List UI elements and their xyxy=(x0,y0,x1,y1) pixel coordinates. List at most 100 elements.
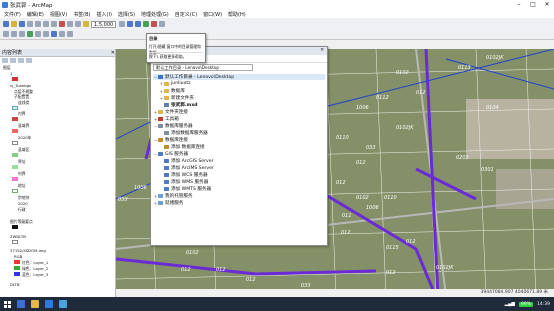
print-icon[interactable] xyxy=(27,21,33,27)
close-icon[interactable]: ✕ xyxy=(540,0,554,10)
toc-item[interactable]: 2020年 xyxy=(18,135,31,141)
pan-icon[interactable] xyxy=(19,31,25,37)
toc-item[interactable]: 村界 xyxy=(18,171,26,177)
list-by-selection-icon[interactable] xyxy=(26,58,32,63)
maximize-icon[interactable]: □ xyxy=(526,0,540,10)
delete-icon[interactable] xyxy=(59,21,65,27)
hosted-services-icon xyxy=(158,194,163,198)
menu-file[interactable]: 文件(F) xyxy=(4,11,21,18)
open-icon[interactable] xyxy=(11,21,17,27)
arctoolbox-icon[interactable] xyxy=(151,21,158,27)
browser-icon[interactable] xyxy=(45,300,53,308)
catalog-item[interactable]: + 新建文件夹 xyxy=(159,95,194,102)
zoom-out-icon[interactable] xyxy=(11,31,17,37)
parcel-label: 0110 xyxy=(384,195,397,201)
menu-geoprocessing[interactable]: 地理处理(G) xyxy=(141,11,169,18)
catalog-item[interactable]: + 工具箱 xyxy=(153,116,179,123)
catalog-item[interactable]: + 就绪服务 xyxy=(153,200,184,207)
table-icon[interactable] xyxy=(127,21,134,27)
catalog-item[interactable]: 添加 ArcIMS Server xyxy=(159,165,214,171)
layer-swatch xyxy=(12,141,18,145)
toc-item[interactable]: 地址 xyxy=(18,183,26,189)
start-button[interactable] xyxy=(0,297,14,311)
server-icon xyxy=(164,180,169,184)
python-icon[interactable] xyxy=(159,21,166,27)
menu-bookmarks[interactable]: 书签(B) xyxy=(73,11,90,18)
toc-item[interactable]: 蓝色：Layer_3 xyxy=(22,272,48,278)
toc-item[interactable]: 2020 xyxy=(18,201,28,206)
parcel-label: 0104 xyxy=(486,105,499,111)
cortana-icon[interactable] xyxy=(17,300,25,308)
catalog-item[interactable]: − GIS 服务器 xyxy=(153,151,188,158)
catalog-item[interactable]: − 数据库服务器 xyxy=(153,123,193,130)
catalog-item-home[interactable]: − 默认工作目录 - Lenovo\Desktop xyxy=(153,74,325,80)
catalog-close-icon[interactable]: ✕ xyxy=(320,47,324,55)
toc-item[interactable]: ZWDLTB xyxy=(10,234,26,239)
list-by-source-icon[interactable] xyxy=(10,58,16,63)
arcmap-taskbar-icon[interactable] xyxy=(59,300,67,308)
menu-windows[interactable]: 窗口(W) xyxy=(203,11,222,18)
toc-item[interactable]: 行政 xyxy=(18,207,26,213)
toc-item[interactable]: 连线类 xyxy=(18,100,29,106)
identify-icon[interactable] xyxy=(59,31,65,37)
zoom-in-icon[interactable] xyxy=(3,31,9,37)
catalog-item[interactable]: − 数据库连接 xyxy=(153,137,188,144)
toc-item[interactable]: RGB xyxy=(14,254,22,259)
gis-server-icon xyxy=(158,152,163,156)
editor-icon[interactable] xyxy=(119,21,126,27)
catalog-item[interactable]: 张武郭.mxd xyxy=(159,102,198,108)
clock[interactable]: 14:39 xyxy=(537,302,550,307)
toc-item[interactable]: 界址 xyxy=(18,159,26,165)
catalog-item[interactable]: 添加 WCS 服务器 xyxy=(159,172,208,178)
toc-item[interactable]: DLTB xyxy=(10,282,19,287)
add-data-icon[interactable] xyxy=(83,21,89,27)
select-icon[interactable] xyxy=(51,31,57,37)
measure-icon[interactable] xyxy=(67,31,73,37)
catalog-icon[interactable] xyxy=(135,21,142,27)
menu-help[interactable]: 帮助(H) xyxy=(228,11,246,18)
full-extent-icon[interactable] xyxy=(27,31,33,37)
catalog-item[interactable]: 添加 WMS 服务器 xyxy=(159,179,208,185)
minimize-icon[interactable]: – xyxy=(512,0,526,10)
toc-item[interactable]: 县域界 xyxy=(18,123,29,129)
catalog-item[interactable]: 添加 数据库连接 xyxy=(159,144,205,150)
undo-icon[interactable] xyxy=(67,21,73,27)
location-input[interactable]: 默认工作目录 - Lenovo\Desktop xyxy=(153,64,253,71)
new-icon[interactable] xyxy=(3,21,9,27)
toc-item[interactable]: 村界 xyxy=(18,111,26,117)
catalog-item[interactable]: + 数据库 xyxy=(159,88,185,95)
menu-selection[interactable]: 选择(S) xyxy=(118,11,135,18)
toc-close-icon[interactable]: ✕ xyxy=(111,49,115,56)
layer-swatch xyxy=(14,260,20,264)
toc-item[interactable]: 1 xyxy=(10,71,12,76)
save-icon[interactable] xyxy=(19,21,25,27)
forward-icon[interactable] xyxy=(43,31,49,37)
redo-icon[interactable] xyxy=(75,21,81,27)
catalog-item[interactable]: 添加数据库服务器 xyxy=(159,130,208,136)
back-icon[interactable] xyxy=(35,31,41,37)
server-icon xyxy=(164,173,169,177)
menu-edit[interactable]: 编辑(E) xyxy=(27,11,44,18)
table-of-contents: 内容列表 ✕ 图层 1 nj_Tuanbgz 点层不规整 子配置置 连线类 村界… xyxy=(0,49,116,297)
catalog-item[interactable]: + 我的托管服务 xyxy=(153,193,193,200)
network-icon[interactable]: ▂▄▆ xyxy=(505,302,515,307)
list-by-drawing-order-icon[interactable] xyxy=(2,58,8,63)
toc-item[interactable]: 37152/4SDOM.img xyxy=(10,248,46,253)
catalog-item[interactable]: 添加 ArcGIS Server xyxy=(159,158,213,164)
menu-view[interactable]: 视图(V) xyxy=(50,11,67,18)
toc-item[interactable]: 县域区 xyxy=(18,147,29,153)
catalog-item[interactable]: + 文件夹连接 xyxy=(153,109,188,116)
toc-item[interactable]: nj_Tuanbgz xyxy=(10,83,31,88)
menu-insert[interactable]: 插入(I) xyxy=(97,11,112,18)
cut-icon[interactable] xyxy=(35,21,41,27)
copy-icon[interactable] xyxy=(43,21,49,27)
search-icon[interactable] xyxy=(143,21,150,27)
catalog-item[interactable]: 添加 WMTS 服务器 xyxy=(159,186,211,192)
scale-box[interactable]: 1:5,000 xyxy=(91,20,117,28)
menu-customize[interactable]: 自定义(C) xyxy=(175,11,197,18)
battery-indicator[interactable]: 99% xyxy=(519,301,534,307)
file-explorer-icon[interactable] xyxy=(31,300,39,308)
paste-icon[interactable] xyxy=(51,21,57,27)
list-by-visibility-icon[interactable] xyxy=(18,58,24,63)
catalog-item[interactable]: + junliuotz xyxy=(159,81,191,86)
